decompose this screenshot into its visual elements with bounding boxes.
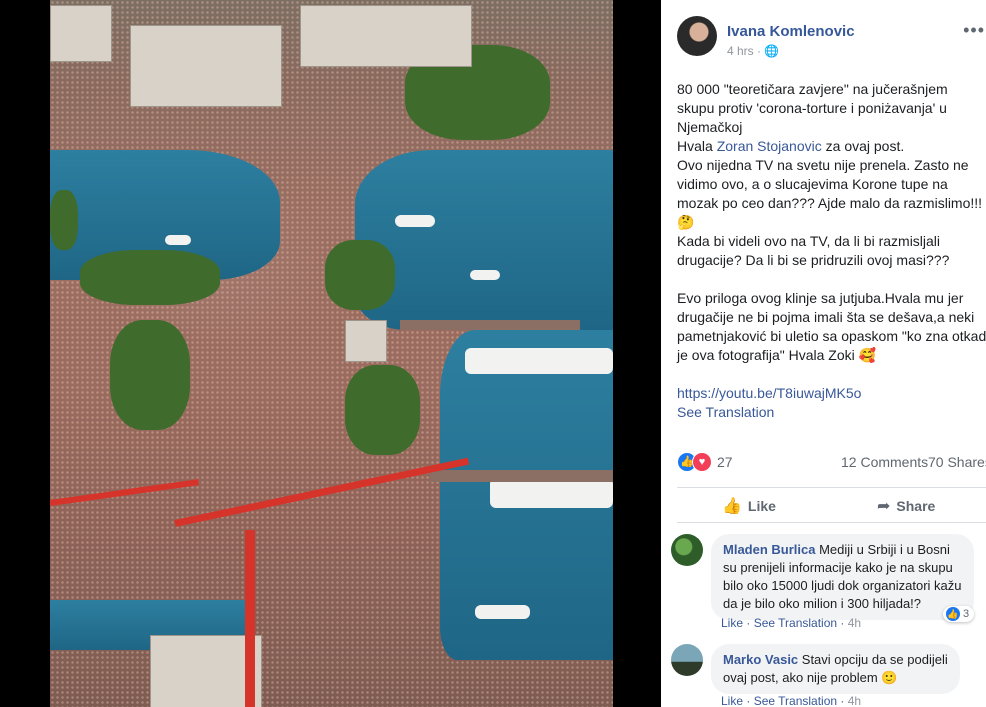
boat [475,605,530,619]
comment-like-link[interactable]: Like [721,694,743,707]
building [345,320,387,362]
post-time[interactable]: 4 hrs [727,44,754,58]
love-reaction-icon[interactable]: ♥ [692,452,712,472]
thanks-line: Hvala Zoran Stojanovic za ovaj post. [677,137,986,156]
comment-text-line: bilo oko 15000 ljudi dok organizatori ka… [723,578,962,593]
photo-viewer[interactable] [0,0,661,707]
comment-time[interactable]: 4h [848,616,861,630]
post-meta: 4 hrs · 🌐 [727,44,779,58]
boat [165,235,191,245]
comment-text-line: su prenijeli informacije kako je na skup… [723,560,953,575]
post-text-line: 🤔 [677,214,695,230]
commenter-name[interactable]: Mladen Burlica [723,542,815,557]
boat [470,270,500,280]
trees [110,320,190,430]
post-text-line: Evo priloga ovog klinje sa jutjuba.Hvala… [677,290,964,306]
post-header: Ivana Komlenovic 4 hrs · 🌐 ••• [677,14,984,62]
comment-actions: Like · See Translation · 4h [721,616,862,630]
trees [50,190,78,250]
post-text-line: pametnjaković bi uletio sa opaskom "ko z… [677,328,986,344]
more-options-icon[interactable]: ••• [963,20,985,41]
comment-text-line: da je bilo oko milion i 300 hiljada!? [723,596,922,611]
ship [490,478,613,508]
comment-actions: Like · See Translation · 4h [721,694,862,707]
trees [345,365,420,455]
see-translation-link[interactable]: See Translation [677,403,986,422]
thanks-suffix: za ovaj post. [821,138,905,154]
share-button[interactable]: ➦ Share [877,496,935,516]
commenter-name[interactable]: Marko Vasic [723,652,798,667]
post-text-line: Ovo nijedna TV na svetu nije prenela. Za… [677,157,969,173]
post-actions: 👍 Like ➦ Share [677,487,986,523]
post-panel: Ivana Komlenovic 4 hrs · 🌐 ••• 80 000 "t… [661,0,986,707]
shares-count[interactable]: 70 Shares [928,454,986,470]
crane [245,530,255,707]
trees [80,250,220,305]
author-name[interactable]: Ivana Komlenovic [727,23,855,40]
lake-right [355,150,613,330]
post-text-line: skupu protiv 'corona-torture i poniżavan… [677,100,947,116]
like-label: Like [747,498,776,514]
comment-text-line: Stavi opciju da se podijeli [798,652,948,667]
post-text-line: je ova fotografija" Hvala Zoki 🥰 [677,347,877,363]
tagged-user-link[interactable]: Zoran Stojanovic [717,138,822,154]
youtube-link[interactable]: https://youtu.be/T8iuwajMK5o [677,384,986,403]
author-avatar[interactable] [677,16,717,56]
comment-bubble: Marko Vasic Stavi opciju da se podijeli … [711,644,960,694]
comment-see-translation-link[interactable]: See Translation [754,694,837,707]
share-arrow-icon: ➦ [877,498,891,515]
post-text-line: 80 000 "teoretičara zavjere" na jučerašn… [677,81,948,97]
ship [465,348,613,374]
bridge [400,320,580,330]
comment-see-translation-link[interactable]: See Translation [754,616,837,630]
reaction-count[interactable]: 27 [717,454,733,470]
post-photo [50,0,613,707]
building [130,25,282,107]
building [50,5,112,62]
like-button[interactable]: 👍 Like [722,496,776,516]
post-text-line: Kada bi videli ovo na TV, da li bi razmi… [677,233,941,249]
building [300,5,472,67]
commenter-avatar[interactable] [671,534,703,566]
bridge [430,470,613,482]
post-text-line: drugacije? Da li bi se pridruzili ovoj m… [677,252,950,268]
post-text: 80 000 "teoretičara zavjere" na jučerašn… [677,80,986,422]
globe-icon: 🌐 [764,44,780,58]
thumbs-up-icon: 👍 [722,498,742,515]
boat [395,215,435,227]
comment-text-line: ovaj post, ako nije problem 🙂 [723,670,898,685]
commenter-avatar[interactable] [671,644,703,676]
comments-count[interactable]: 12 Comments [841,454,928,470]
comment-reaction-count: 3 [963,607,970,620]
post-text-line: vidimo ovo, a o slucajevima Korone tupe … [677,176,948,192]
post-text-line: Njemačkoj [677,119,743,135]
trees [325,240,395,310]
comment-bubble: Mladen Burlica Mediji u Srbiji i u Bosni… [711,534,974,620]
post-text-line: mozak po ceo dan??? Ajde malo da razmisl… [677,195,983,211]
comment-like-link[interactable]: Like [721,616,743,630]
comment-time[interactable]: 4h [848,694,861,707]
comment-text-line: Mediji u Srbiji i u Bosni [815,542,950,557]
thanks-prefix: Hvala [677,138,717,154]
post-text-line: drugačije ne bi pojma imali šta se dešav… [677,309,975,325]
share-label: Share [896,498,936,514]
like-reaction-icon: 👍 [946,607,960,621]
post-stats: 👍 ♥ 27 12 Comments 70 Shares [677,452,986,472]
comment-reactions[interactable]: 👍 3 [943,606,975,622]
